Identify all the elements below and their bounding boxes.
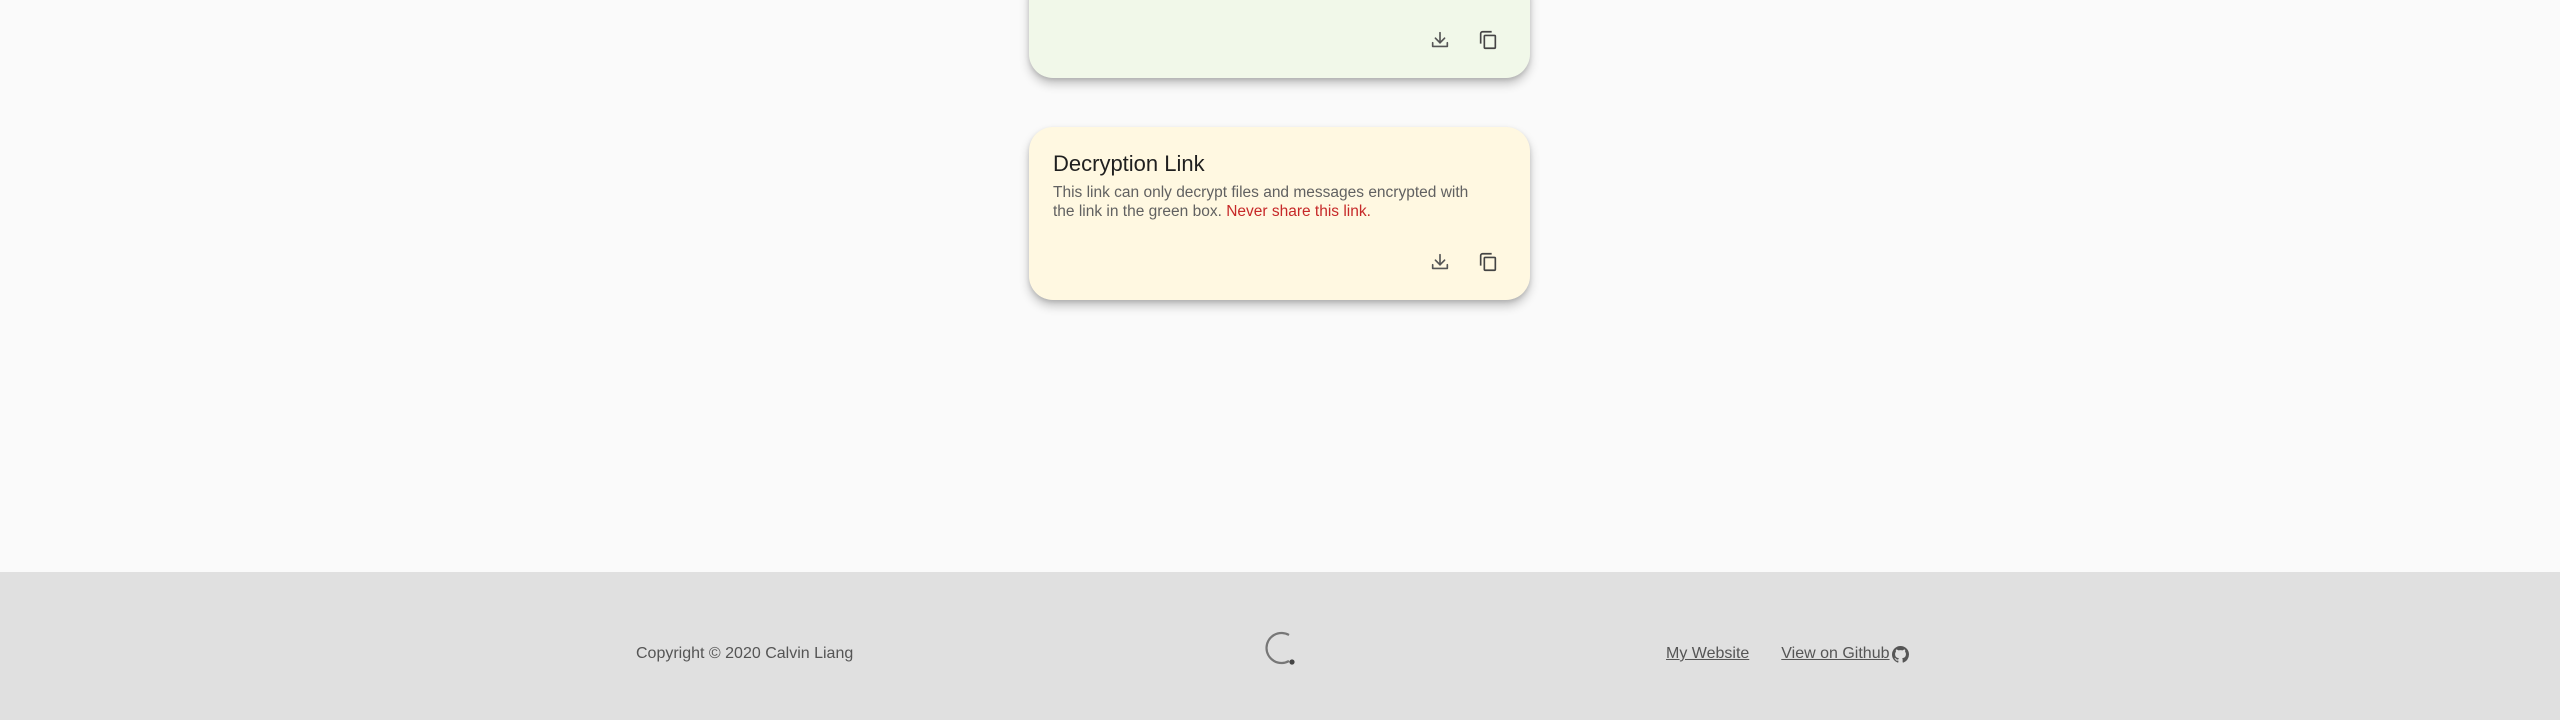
page: Decryption Link This link can only decry…: [0, 0, 2560, 720]
download-button[interactable]: [1426, 26, 1454, 54]
decryption-link-card: Decryption Link This link can only decry…: [1029, 127, 1530, 300]
copy-icon: [1479, 252, 1497, 272]
card-title: Decryption Link: [1053, 151, 1205, 176]
copy-button[interactable]: [1474, 26, 1502, 54]
download-icon: [1431, 253, 1449, 270]
card-actions: [1426, 26, 1502, 54]
github-icon: [1891, 645, 1909, 663]
copy-icon: [1479, 30, 1497, 50]
footer: Copyright © 2020 Calvin Liang My Website…: [0, 572, 2560, 720]
github-link[interactable]: View on Github: [1781, 645, 1909, 663]
download-button[interactable]: [1426, 248, 1454, 276]
card-actions: [1426, 248, 1502, 276]
download-icon: [1431, 31, 1449, 48]
copyright-text: Copyright © 2020 Calvin Liang: [636, 645, 854, 662]
c-logo-icon[interactable]: [1262, 628, 1298, 668]
my-website-link[interactable]: My Website: [1666, 645, 1749, 663]
footer-links: My Website View on Github: [1666, 645, 1909, 663]
copy-button[interactable]: [1474, 248, 1502, 276]
card-description: This link can only decrypt files and mes…: [1053, 183, 1493, 221]
encryption-link-card: [1029, 0, 1530, 78]
warning-text: Never share this link.: [1226, 203, 1371, 220]
